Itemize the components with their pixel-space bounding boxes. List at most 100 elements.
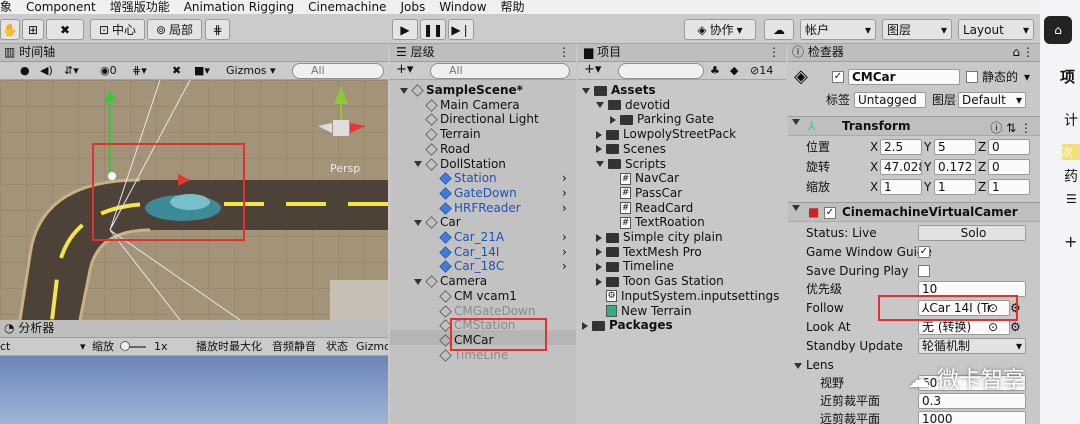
hierarchy-item[interactable]: Terrain — [390, 127, 481, 142]
pos-z-field[interactable]: 0 — [988, 139, 1030, 155]
hierarchy-item[interactable]: DollStation — [390, 157, 506, 172]
add-icon[interactable]: +▾ — [584, 62, 601, 77]
menu-item[interactable]: Component — [26, 0, 96, 14]
step-button[interactable]: ▶❘ — [448, 19, 474, 40]
game-gizmos-button[interactable]: Gizmo — [356, 338, 388, 355]
label-icon[interactable]: ◆ — [730, 62, 738, 79]
rot-y-field[interactable]: 0.172 — [934, 159, 976, 175]
settings-icon[interactable]: ⓘ ⇅ ⋮ — [990, 119, 1032, 136]
project-item[interactable]: Scenes — [578, 142, 666, 157]
pivot-center-button[interactable]: ⊡ 中心 — [90, 19, 145, 40]
expand-arrow-icon[interactable] — [610, 115, 616, 124]
chevron-right-icon[interactable]: › — [562, 245, 567, 260]
hierarchy-item[interactable]: SampleScene* — [390, 83, 523, 98]
menu-item[interactable]: Jobs — [400, 0, 425, 14]
expand-arrow-icon[interactable] — [582, 321, 588, 330]
mute-audio-button[interactable]: 音频静音 — [272, 338, 316, 355]
hierarchy-item[interactable]: GateDown › — [390, 186, 567, 201]
zoom-slider-thumb[interactable] — [120, 341, 130, 351]
add-icon[interactable]: +▾ — [396, 62, 413, 77]
add-icon[interactable]: + — [1064, 232, 1077, 251]
pivot-local-button[interactable]: ⊚ 局部 — [147, 19, 202, 40]
list-icon[interactable]: ☰ — [1066, 192, 1077, 206]
project-item[interactable]: Parking Gate — [578, 112, 714, 127]
chevron-right-icon[interactable]: › — [562, 171, 567, 186]
rot-z-field[interactable]: 0 — [988, 159, 1030, 175]
hierarchy-item[interactable]: HRFReader › — [390, 201, 567, 216]
grid-icon[interactable]: ⋕▾ — [132, 62, 147, 79]
axis-label[interactable]: Z — [978, 138, 986, 156]
gizmos-dropdown[interactable]: Gizmos — [226, 62, 267, 79]
expand-arrow-icon[interactable] — [596, 145, 602, 154]
tab-project[interactable]: 项目 — [597, 45, 621, 59]
axis-label[interactable]: Z — [978, 178, 986, 196]
tools-icon[interactable]: ✖ — [172, 62, 181, 79]
vcam-header[interactable]: ■ ✓ CinemachineVirtualCamer — [788, 202, 1040, 222]
light-icon[interactable]: ● — [20, 62, 30, 79]
scene-search-input[interactable]: All — [292, 63, 384, 79]
tab-timeline[interactable]: 时间轴 — [19, 45, 55, 59]
axis-label[interactable]: Y — [924, 158, 931, 176]
scale-z-field[interactable]: 1 — [988, 179, 1030, 195]
hand-tool-icon[interactable]: ✋ — [0, 19, 20, 40]
axis-label[interactable]: X — [870, 158, 878, 176]
axis-label[interactable]: Z — [978, 158, 986, 176]
grid-snap-icon[interactable]: ⋕ — [205, 19, 230, 40]
layers-dropdown[interactable]: 图层 ▾ — [882, 19, 952, 40]
project-item[interactable]: TextMesh Pro — [578, 245, 702, 260]
lock-icon[interactable]: ⌂ — [1012, 44, 1020, 61]
hierarchy-item[interactable]: CMGateDown — [390, 304, 535, 319]
project-item[interactable]: Timeline — [578, 259, 674, 274]
stats-button[interactable]: 状态 — [326, 338, 348, 355]
layout-dropdown[interactable]: Layout ▾ — [958, 19, 1034, 40]
project-item[interactable]: ⚙ InputSystem.inputsettings — [578, 289, 779, 304]
expand-arrow-icon[interactable] — [414, 219, 422, 226]
hierarchy-search-input[interactable]: All — [430, 63, 570, 79]
expand-arrow-icon[interactable] — [596, 102, 604, 109]
hierarchy-item[interactable]: Road — [390, 142, 470, 157]
axis-label[interactable]: Y — [924, 138, 931, 156]
custom-tool-icon[interactable]: ✖ — [46, 19, 84, 40]
account-dropdown[interactable]: 帐户 ▾ — [800, 19, 876, 40]
scale-y-field[interactable]: 1 — [934, 179, 976, 195]
fx-icon[interactable]: ⇵▾ — [64, 62, 79, 79]
active-checkbox[interactable]: ✓ — [832, 71, 844, 83]
scale-x-field[interactable]: 1 — [880, 179, 922, 195]
lens-collapse-icon[interactable] — [794, 362, 802, 369]
camera-icon[interactable]: ■▾ — [194, 62, 210, 79]
project-item[interactable]: Simple city plain — [578, 230, 723, 245]
menu-item[interactable]: 帮助 — [501, 0, 525, 14]
game-viewport[interactable] — [0, 356, 388, 424]
tab-analyzer[interactable]: 分析器 — [18, 321, 54, 335]
menu-item[interactable]: 增强版功能 — [110, 0, 170, 14]
project-item[interactable]: Packages — [578, 318, 673, 333]
tab-inspector[interactable]: 检查器 — [808, 45, 844, 59]
menu-item[interactable]: Window — [439, 0, 486, 14]
maximize-on-play-button[interactable]: 播放时最大化 — [196, 338, 262, 355]
chevron-right-icon[interactable]: › — [562, 186, 567, 201]
transform-header[interactable]: ⅄ Transform ⓘ ⇅ ⋮ — [788, 116, 1040, 136]
collapse-icon[interactable] — [792, 119, 800, 125]
hierarchy-item[interactable]: Station › — [390, 171, 567, 186]
collapse-icon[interactable] — [792, 205, 800, 211]
chevron-right-icon[interactable]: › — [562, 259, 567, 274]
hierarchy-item[interactable]: CM vcam1 — [390, 289, 517, 304]
project-item[interactable]: # ReadCard — [578, 201, 693, 216]
menu-item[interactable]: Animation Rigging — [184, 0, 294, 14]
filter-type-icon[interactable]: ♣ — [710, 62, 720, 79]
collab-button[interactable]: ◈ 协作 ▾ — [684, 19, 756, 40]
near-clip-field[interactable]: 0.3 — [918, 393, 1026, 409]
pause-button[interactable]: ❚❚ — [420, 19, 446, 40]
layer-dropdown[interactable]: Default ▾ — [958, 92, 1026, 108]
vcam-enabled-checkbox[interactable]: ✓ — [824, 207, 836, 219]
expand-arrow-icon[interactable] — [596, 262, 602, 271]
expand-arrow-icon[interactable] — [596, 277, 602, 286]
solo-button[interactable]: Solo — [918, 225, 1026, 241]
menu-icon[interactable]: ⋮ — [1022, 44, 1034, 61]
scene-viewport[interactable]: Persp — [0, 80, 388, 320]
standby-dropdown[interactable]: 轮循机制 ▾ — [918, 338, 1026, 354]
pos-y-field[interactable]: 5 — [934, 139, 976, 155]
hierarchy-item[interactable]: Camera — [390, 274, 487, 289]
project-item[interactable]: # NavCar — [578, 171, 679, 186]
hidden-objects-icon[interactable]: ◉0 — [100, 62, 117, 79]
